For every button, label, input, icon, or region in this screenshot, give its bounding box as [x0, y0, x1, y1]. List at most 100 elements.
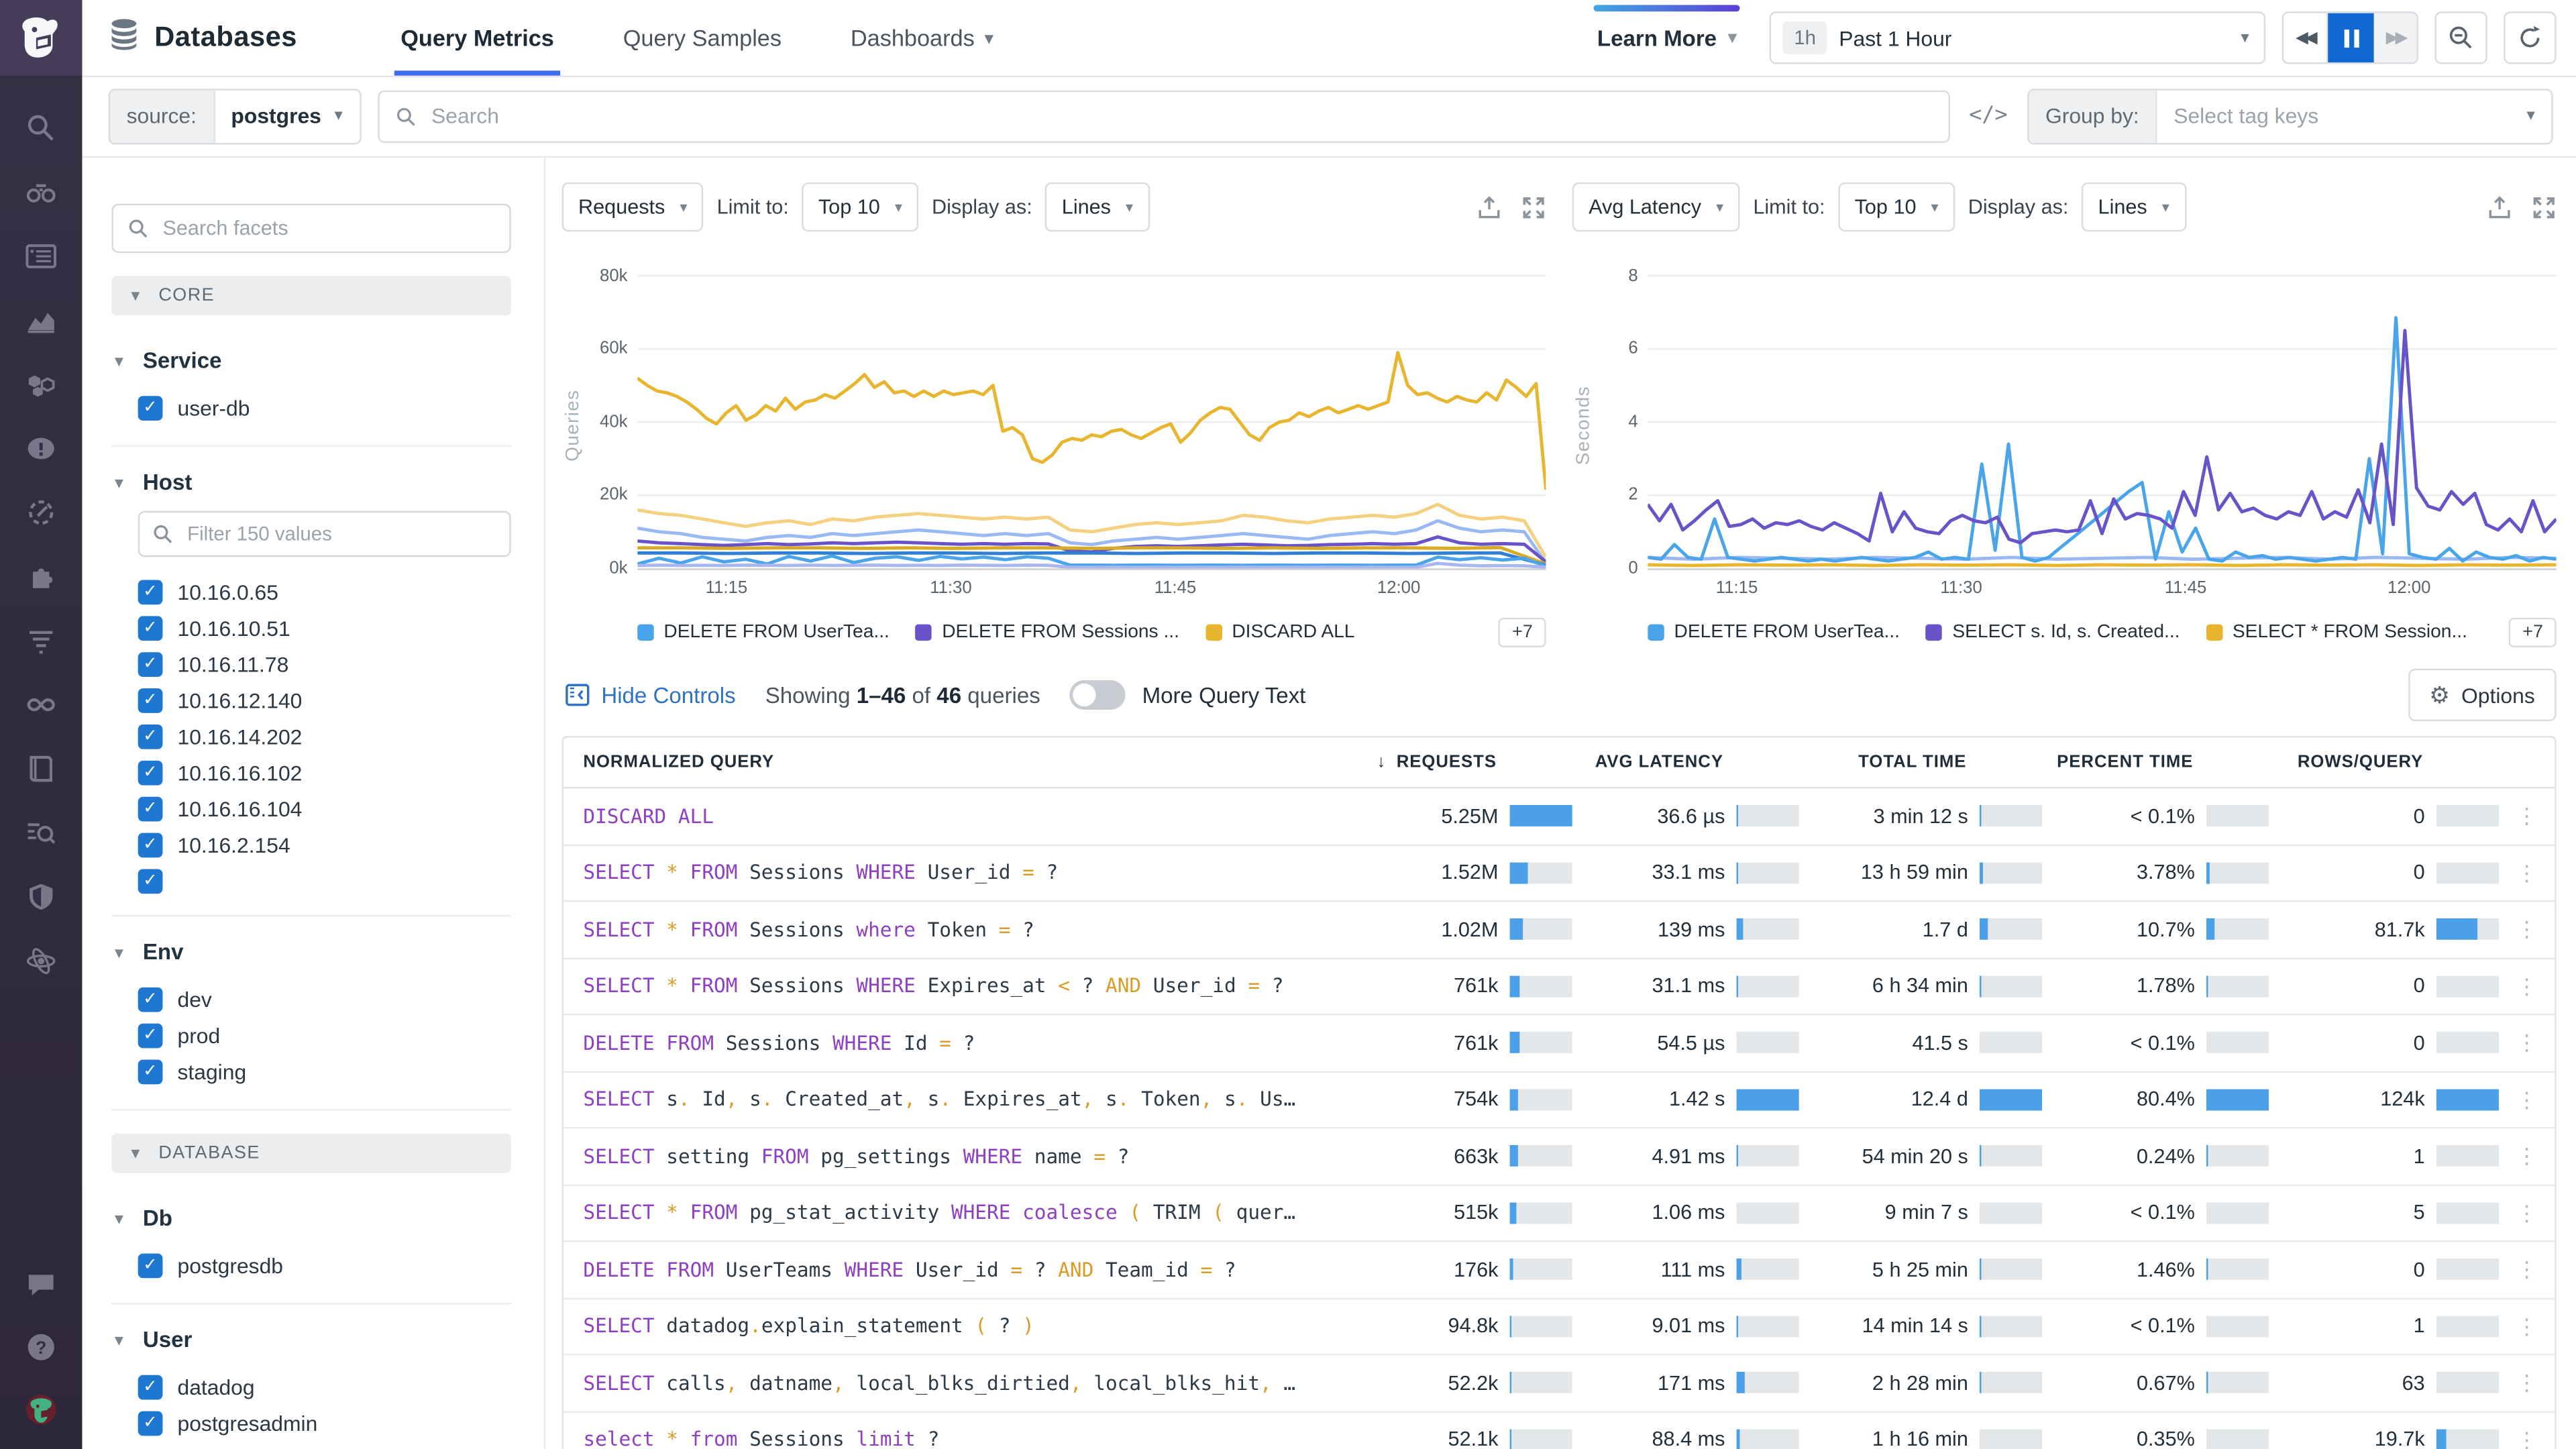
row-menu-kebab-icon[interactable]: ⋮ [2499, 975, 2555, 997]
facet-filter[interactable] [138, 511, 511, 557]
learn-more-button[interactable]: Learn More▾ [1594, 15, 1740, 60]
facet-value[interactable]: ✓user-db [112, 389, 511, 425]
checkbox[interactable]: ✓ [138, 395, 163, 420]
normalized-query[interactable]: DISCARD ALL [564, 804, 1329, 827]
normalized-query[interactable]: SELECT * FROM Sessions where Token = ? [564, 918, 1329, 941]
facet-filter-input[interactable] [184, 521, 496, 547]
tab-dashboards[interactable]: Dashboards▾ [844, 0, 1000, 76]
facet-group-title[interactable]: ▼User [112, 1328, 511, 1352]
table-row[interactable]: DISCARD ALL5.25M36.6 µs3 min 12 s< 0.1%0… [564, 789, 2555, 845]
legend-more-badge[interactable]: +7 [1499, 618, 1546, 647]
facet-value[interactable]: ✓staging [112, 1053, 511, 1089]
facet-group-title[interactable]: ▼Env [112, 940, 511, 965]
infrastructure-icon[interactable] [25, 368, 58, 401]
checkbox[interactable]: ✓ [138, 796, 163, 821]
refresh-button[interactable] [2504, 11, 2556, 64]
row-menu-kebab-icon[interactable]: ⋮ [2499, 862, 2555, 883]
facet-value[interactable]: ✓postgresadmin [112, 1405, 511, 1441]
legend-item[interactable]: DISCARD ALL [1205, 623, 1354, 642]
checkbox[interactable]: ✓ [138, 651, 163, 676]
watchdog-icon[interactable] [25, 176, 58, 209]
facet-search[interactable] [112, 204, 511, 253]
checkbox[interactable]: ✓ [138, 724, 163, 749]
time-range-picker[interactable]: 1h Past 1 Hour ▾ [1770, 11, 2266, 64]
legend-item[interactable]: DELETE FROM UserTea... [1648, 623, 1900, 642]
more-query-text-toggle[interactable] [1070, 680, 1126, 710]
facet-value[interactable]: ✓10.16.16.104 [112, 790, 511, 826]
hide-controls-link[interactable]: Hide Controls [565, 683, 735, 708]
code-view-icon[interactable]: </> [1969, 103, 2008, 128]
column-header-requests[interactable]: ↓ REQUESTS [1329, 753, 1572, 772]
integrations-icon[interactable] [25, 560, 58, 593]
facet-value[interactable]: ✓datadog [112, 1368, 511, 1405]
column-header-percent-time[interactable]: PERCENT TIME [2042, 753, 2269, 772]
checkbox[interactable]: ✓ [138, 1059, 163, 1083]
row-menu-kebab-icon[interactable]: ⋮ [2499, 1032, 2555, 1054]
fullscreen-icon[interactable] [1521, 195, 1546, 219]
checkbox[interactable]: ✓ [138, 1410, 163, 1435]
normalized-query[interactable]: SELECT * FROM Sessions WHERE Expires_at … [564, 975, 1329, 998]
row-menu-kebab-icon[interactable]: ⋮ [2499, 1146, 2555, 1167]
normalized-query[interactable]: SELECT * FROM pg_stat_activity WHERE coa… [564, 1201, 1329, 1224]
row-menu-kebab-icon[interactable]: ⋮ [2499, 1316, 2555, 1337]
table-row[interactable]: SELECT calls, datname, local_blks_dirtie… [564, 1355, 2555, 1411]
help-icon[interactable]: ? [25, 1331, 58, 1364]
tab-query-metrics[interactable]: Query Metrics [394, 0, 560, 76]
chat-icon[interactable] [25, 1269, 58, 1301]
row-menu-kebab-icon[interactable]: ⋮ [2499, 1373, 2555, 1394]
notebooks-icon[interactable] [25, 753, 58, 786]
table-row[interactable]: SELECT * FROM Sessions WHERE User_id = ?… [564, 845, 2555, 902]
checkbox[interactable]: ✓ [138, 1252, 163, 1277]
legend-item[interactable]: SELECT s. Id, s. Created... [1926, 623, 2180, 642]
metric-select[interactable]: Avg Latency▾ [1572, 182, 1740, 231]
checkbox[interactable]: ✓ [138, 579, 163, 604]
search-bar[interactable] [377, 89, 1949, 142]
table-row[interactable]: DELETE FROM UserTeams WHERE User_id = ? … [564, 1242, 2555, 1298]
facet-value[interactable]: ✓10.16.11.78 [112, 645, 511, 682]
fullscreen-icon[interactable] [2532, 195, 2557, 219]
display-select[interactable]: Lines▾ [2082, 182, 2186, 231]
table-row[interactable]: select * from Sessions limit ?52.1k88.4 … [564, 1412, 2555, 1449]
security-icon[interactable] [25, 881, 58, 914]
facet-section-header[interactable]: ▼DATABASE [112, 1134, 511, 1173]
display-select[interactable]: Lines▾ [1045, 182, 1149, 231]
facet-section-header[interactable]: ▼CORE [112, 276, 511, 315]
facet-value[interactable]: ✓ [112, 863, 511, 896]
metric-select[interactable]: Requests▾ [562, 182, 704, 231]
checkbox[interactable]: ✓ [138, 760, 163, 785]
checkbox[interactable]: ✓ [138, 688, 163, 712]
normalized-query[interactable]: select * from Sessions limit ? [564, 1428, 1329, 1449]
normalized-query[interactable]: DELETE FROM UserTeams WHERE User_id = ? … [564, 1258, 1329, 1281]
synthetics-icon[interactable] [25, 496, 58, 529]
row-menu-kebab-icon[interactable]: ⋮ [2499, 919, 2555, 941]
zoom-out-button[interactable] [2434, 11, 2487, 64]
monitors-icon[interactable] [25, 432, 58, 465]
row-menu-kebab-icon[interactable]: ⋮ [2499, 1429, 2555, 1449]
checkbox[interactable]: ✓ [138, 1022, 163, 1047]
normalized-query[interactable]: SELECT datadog.explain_statement ( ? ) [564, 1315, 1329, 1338]
table-row[interactable]: SELECT * FROM Sessions where Token = ?1.… [564, 902, 2555, 958]
export-icon[interactable] [1477, 195, 1502, 219]
facet-group-title[interactable]: ▼Db [112, 1206, 511, 1231]
checkbox[interactable]: ✓ [138, 1375, 163, 1399]
options-button[interactable]: ⚙ Options [2408, 669, 2556, 721]
export-icon[interactable] [2487, 195, 2512, 219]
column-header-total-time[interactable]: TOTAL TIME [1799, 753, 2042, 772]
tab-query-samples[interactable]: Query Samples [616, 0, 788, 76]
pause-button[interactable] [2328, 13, 2374, 62]
limit-select[interactable]: Top 10▾ [802, 182, 918, 231]
facet-value[interactable]: ✓10.16.14.202 [112, 718, 511, 754]
search-input[interactable] [428, 102, 1931, 130]
checkbox[interactable]: ✓ [138, 987, 163, 1012]
table-row[interactable]: SELECT datadog.explain_statement ( ? )94… [564, 1299, 2555, 1355]
table-row[interactable]: SELECT * FROM Sessions WHERE Expires_at … [564, 959, 2555, 1015]
checkbox[interactable]: ✓ [138, 615, 163, 640]
dashboards-icon[interactable] [25, 240, 58, 273]
legend-item[interactable]: DELETE FROM Sessions ... [916, 623, 1179, 642]
legend-item[interactable]: SELECT * FROM Session... [2206, 623, 2467, 642]
fast-forward-button[interactable]: ▶▶ [2374, 13, 2417, 62]
facet-value[interactable]: ✓10.16.12.140 [112, 682, 511, 718]
limit-select[interactable]: Top 10▾ [1838, 182, 1955, 231]
facet-value[interactable]: ✓10.16.16.102 [112, 754, 511, 790]
facet-value[interactable]: ✓dev [112, 981, 511, 1017]
